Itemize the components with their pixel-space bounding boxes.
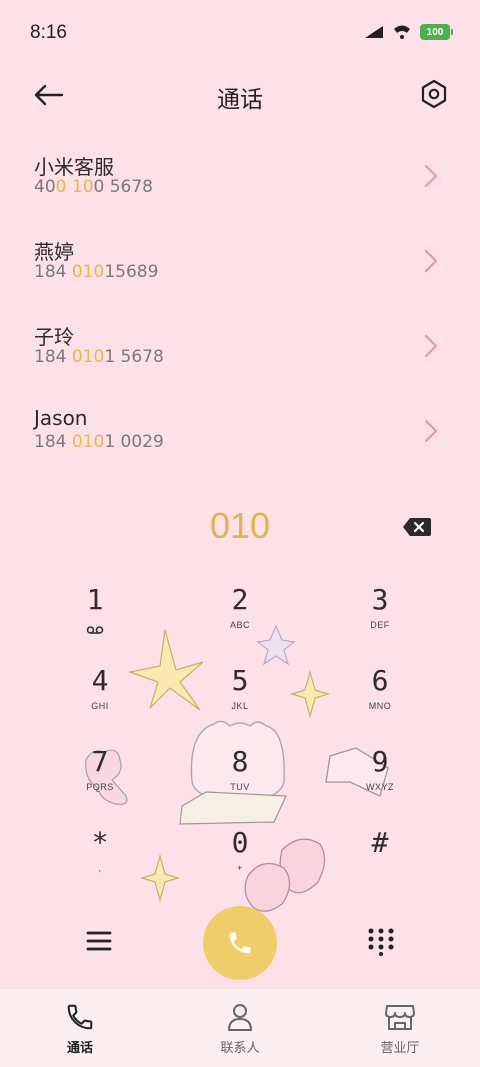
key-letters: ABC: [229, 620, 250, 630]
key-8[interactable]: 8 TUV: [185, 742, 295, 812]
key-digit: 7: [91, 745, 109, 778]
key-letters: ,: [98, 863, 102, 873]
number-match-highlight: 010: [71, 432, 105, 452]
key-digit: 5: [231, 664, 249, 697]
number-segment: 0 5678: [93, 177, 153, 197]
contact-result-row[interactable]: 小米客服 400 100 5678: [0, 133, 480, 218]
status-icons: 100: [364, 24, 453, 40]
key-7[interactable]: 7 PQRS: [45, 742, 155, 812]
chevron-right-icon: [424, 249, 438, 273]
key-star[interactable]: * ,: [45, 823, 155, 893]
contact-name: Jason: [34, 406, 88, 430]
backspace-icon: [403, 518, 431, 536]
menu-icon: [86, 931, 112, 951]
key-letters: GHI: [91, 701, 109, 711]
key-5[interactable]: 5 JKL: [185, 661, 295, 731]
nav-tab-contacts[interactable]: 联系人: [160, 989, 320, 1067]
number-segment: 184: [34, 432, 72, 452]
contact-name: 燕婷: [34, 240, 74, 264]
number-match-highlight: 010: [71, 262, 105, 282]
number-segment: 184: [34, 262, 72, 282]
nav-label: 营业厅: [380, 1041, 420, 1056]
key-digit: 3: [371, 583, 389, 616]
key-4[interactable]: 4 GHI: [45, 661, 155, 731]
chevron-right-icon: [424, 164, 438, 188]
contact-number: 184 01015689: [34, 262, 480, 282]
key-hash[interactable]: #: [325, 823, 435, 893]
header: 通话: [0, 66, 480, 124]
number-match-highlight: 10: [71, 177, 94, 197]
voicemail-icon: [86, 626, 104, 634]
key-letters: MNO: [368, 701, 392, 711]
key-3[interactable]: 3 DEF: [325, 580, 435, 650]
number-segment: 40: [34, 177, 56, 197]
contact-result-row[interactable]: 子玲 184 0101 5678: [0, 303, 480, 388]
bottom-navigation: 通话 联系人 营业厅: [0, 989, 480, 1067]
number-match-highlight: 0: [55, 177, 67, 197]
key-digit: 0: [231, 826, 249, 859]
nav-tab-store[interactable]: 营业厅: [320, 989, 480, 1067]
key-letters: WXYZ: [366, 782, 394, 792]
nav-label: 联系人: [220, 1041, 260, 1056]
key-2[interactable]: 2 ABC: [185, 580, 295, 650]
key-digit: 9: [371, 745, 389, 778]
key-digit: 4: [91, 664, 109, 697]
contact-result-row[interactable]: 燕婷 184 01015689: [0, 218, 480, 303]
nav-label: 通话: [66, 1041, 93, 1056]
settings-hexagon-icon: [421, 79, 447, 109]
store-icon: [384, 1001, 416, 1033]
chevron-right-icon: [424, 334, 438, 358]
number-segment: 1 5678: [104, 347, 164, 367]
menu-button[interactable]: [84, 926, 114, 956]
phone-icon: [229, 932, 251, 954]
key-letters: +: [237, 863, 243, 873]
nav-tab-calls[interactable]: 通话: [0, 989, 160, 1067]
contact-number: 184 0101 5678: [34, 347, 480, 367]
key-digit: 6: [371, 664, 389, 697]
number-match-highlight: 010: [71, 347, 105, 367]
battery-icon: 100: [420, 24, 453, 40]
number-segment: 15689: [104, 262, 159, 282]
keypad-toggle-button[interactable]: [366, 926, 396, 956]
contact-number: 400 100 5678: [34, 177, 480, 197]
signal-icon: [365, 26, 383, 38]
key-digit: 1: [86, 583, 104, 616]
status-time: 8:16: [30, 22, 67, 43]
key-digit: 2: [231, 583, 249, 616]
key-letters: DEF: [370, 620, 390, 630]
key-letters: PQRS: [86, 782, 114, 792]
number-segment: 1 0029: [104, 432, 164, 452]
number-segment: 184: [34, 347, 72, 367]
phone-icon: [64, 1001, 96, 1033]
key-digit: #: [371, 826, 389, 859]
page-title: 通话: [217, 87, 263, 113]
status-bar: 8:16 100: [0, 0, 480, 66]
sparkle-small-icon: [289, 669, 331, 719]
key-9[interactable]: 9 WXYZ: [325, 742, 435, 812]
person-icon: [224, 1001, 256, 1033]
search-results-list: 小米客服 400 100 5678 燕婷 184 01015689 子玲 184…: [0, 133, 480, 473]
contact-result-row[interactable]: Jason 184 0101 0029: [0, 388, 480, 473]
call-button[interactable]: [203, 906, 277, 980]
key-6[interactable]: 6 MNO: [325, 661, 435, 731]
wifi-icon: [394, 25, 410, 39]
contact-name: 小米客服: [34, 155, 114, 179]
key-1[interactable]: 1: [40, 580, 150, 650]
key-digit: 8: [231, 745, 249, 778]
key-0[interactable]: 0 +: [185, 823, 295, 893]
contact-name: 子玲: [34, 325, 74, 349]
dialpad-icon: [368, 928, 394, 956]
delete-button[interactable]: [402, 516, 432, 538]
key-digit: *: [91, 826, 109, 859]
key-letters: JKL: [231, 701, 249, 711]
battery-level: 100: [426, 26, 444, 38]
key-letters: TUV: [230, 782, 250, 792]
chevron-right-icon: [424, 419, 438, 443]
settings-button[interactable]: [416, 76, 452, 112]
contact-number: 184 0101 0029: [34, 432, 480, 452]
